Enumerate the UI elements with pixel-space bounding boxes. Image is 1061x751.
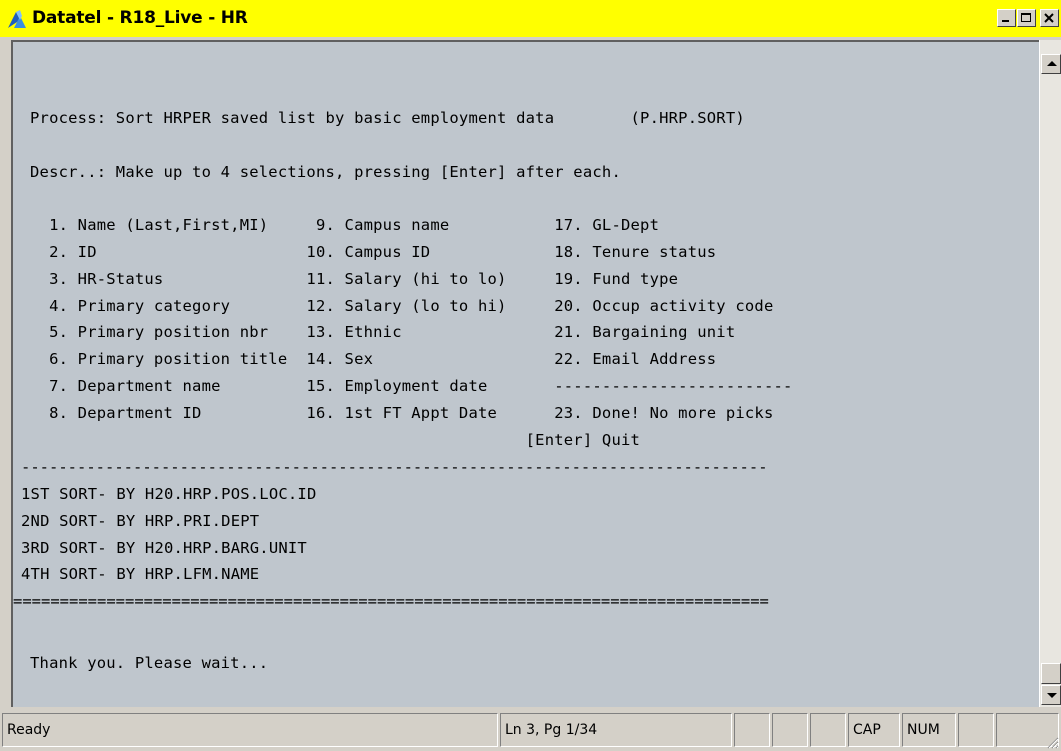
maximize-button[interactable] bbox=[1017, 9, 1036, 27]
scroll-down-button[interactable] bbox=[1041, 685, 1061, 705]
sort-line: 1ST SORT- BY H20.HRP.POS.LOC.ID bbox=[21, 485, 317, 503]
sort-line: 2ND SORT- BY HRP.PRI.DEPT bbox=[21, 512, 260, 530]
arrow-up-icon bbox=[1047, 61, 1057, 66]
status-blank-1 bbox=[734, 713, 770, 747]
status-num: NUM bbox=[902, 713, 956, 747]
vertical-scrollbar[interactable] bbox=[1039, 40, 1061, 707]
arrow-down-icon bbox=[1047, 693, 1057, 698]
title-bar[interactable]: Datatel - R18_Live - HR bbox=[0, 0, 1061, 37]
enter-quit-row: [Enter] Quit bbox=[30, 431, 641, 449]
status-blank-2 bbox=[772, 713, 808, 747]
description-line: Descr..: Make up to 4 selections, pressi… bbox=[30, 163, 621, 181]
menu-row: 8. Department ID 16. 1st FT Appt Date 23… bbox=[30, 404, 774, 422]
app-window: Datatel - R18_Live - HR Process: Sort HR… bbox=[0, 0, 1061, 751]
process-line: Process: Sort HRPER saved list by basic … bbox=[30, 109, 745, 127]
minimize-icon bbox=[1002, 20, 1009, 22]
menu-row: 7. Department name 15. Employment date -… bbox=[30, 377, 793, 395]
scroll-thumb[interactable] bbox=[1041, 663, 1061, 684]
menu-row: 1. Name (Last,First,MI) 9. Campus name 1… bbox=[30, 216, 660, 234]
terminal-screen[interactable]: Process: Sort HRPER saved list by basic … bbox=[11, 40, 1039, 707]
equals-divider: ========================================… bbox=[13, 592, 769, 610]
resize-grip-icon[interactable] bbox=[1045, 735, 1059, 749]
status-bar: Ready Ln 3, Pg 1/34 CAP NUM bbox=[0, 709, 1061, 751]
status-blank-4 bbox=[958, 713, 994, 747]
window-title: Datatel - R18_Live - HR bbox=[32, 8, 248, 28]
datatel-app-icon bbox=[8, 10, 26, 28]
status-blank-3 bbox=[810, 713, 846, 747]
menu-row: 6. Primary position title 14. Sex 22. Em… bbox=[30, 350, 717, 368]
wait-message: Thank you. Please wait... bbox=[30, 654, 269, 672]
status-ready: Ready bbox=[2, 713, 498, 747]
status-cap: CAP bbox=[848, 713, 900, 747]
close-button[interactable] bbox=[1040, 9, 1059, 27]
sort-line: 4TH SORT- BY HRP.LFM.NAME bbox=[21, 565, 260, 583]
menu-row: 3. HR-Status 11. Salary (hi to lo) 19. F… bbox=[30, 270, 679, 288]
dash-divider: ----------------------------------------… bbox=[21, 458, 768, 476]
sort-line: 3RD SORT- BY H20.HRP.BARG.UNIT bbox=[21, 539, 307, 557]
scroll-up-button[interactable] bbox=[1041, 54, 1061, 74]
minimize-button[interactable] bbox=[997, 9, 1016, 27]
close-icon bbox=[1044, 13, 1054, 23]
maximize-icon bbox=[1021, 13, 1031, 22]
menu-row: 5. Primary position nbr 13. Ethnic 21. B… bbox=[30, 323, 736, 341]
menu-row: 4. Primary category 12. Salary (lo to hi… bbox=[30, 297, 774, 315]
status-position: Ln 3, Pg 1/34 bbox=[500, 713, 732, 747]
menu-row: 2. ID 10. Campus ID 18. Tenure status bbox=[30, 243, 717, 261]
